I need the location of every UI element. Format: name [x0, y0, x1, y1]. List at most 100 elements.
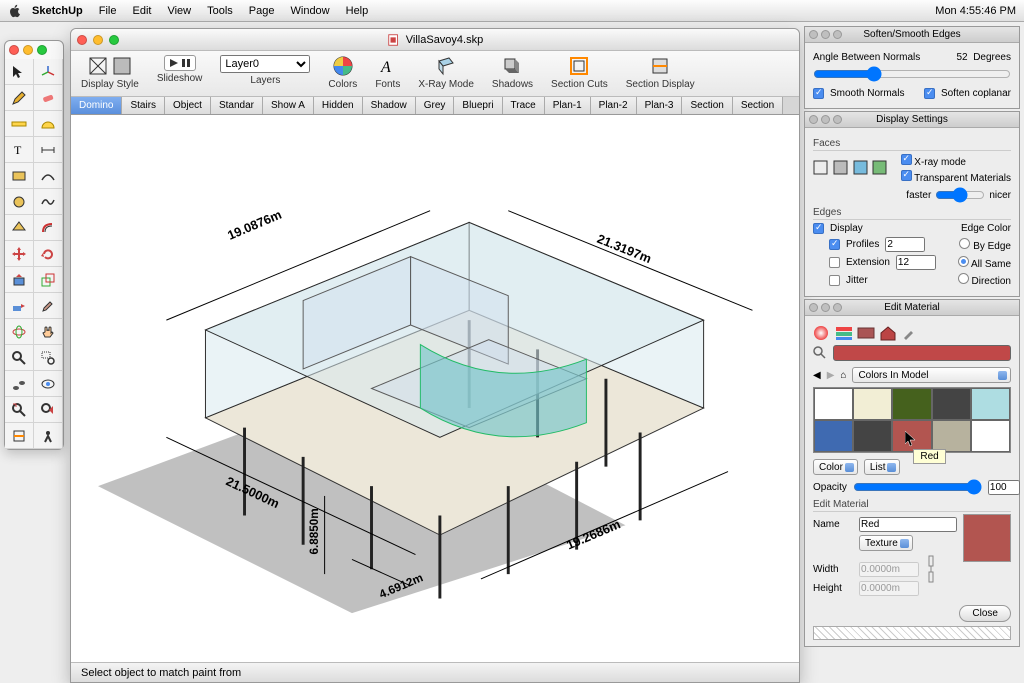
wireframe-icon[interactable] — [87, 55, 109, 77]
swatch[interactable] — [892, 388, 931, 420]
doc-minimize-icon[interactable] — [93, 35, 103, 45]
tab-plan3[interactable]: Plan-3 — [637, 97, 683, 114]
extension-checkbox[interactable] — [829, 257, 840, 268]
nav-fwd-icon[interactable]: ▶ — [827, 370, 835, 381]
zoom-tool[interactable] — [5, 345, 34, 371]
offset-tool[interactable] — [34, 215, 63, 241]
library-select[interactable]: Colors In Model — [852, 367, 1011, 383]
tab-stairs[interactable]: Stairs — [122, 97, 165, 114]
shaded-icon[interactable] — [111, 55, 133, 77]
tab-section2[interactable]: Section — [733, 97, 783, 114]
quality-slider[interactable] — [935, 187, 985, 203]
nav-back-icon[interactable]: ◀ — [813, 370, 821, 381]
link-icon[interactable] — [925, 554, 939, 584]
viewport[interactable]: 19.0876m 21.3197m 21.5000m 19.2686m 4.69… — [71, 115, 799, 662]
list-mode-select[interactable]: List — [864, 459, 901, 475]
swatch-red[interactable]: Red — [892, 420, 931, 452]
rectangle-tool[interactable] — [5, 163, 34, 189]
scale-tool[interactable] — [34, 267, 63, 293]
fonts-icon[interactable]: A — [377, 55, 399, 77]
pan-tool[interactable] — [34, 319, 63, 345]
material-tabs[interactable] — [813, 325, 1011, 341]
text-tool[interactable]: T — [5, 137, 34, 163]
swatch[interactable] — [971, 388, 1010, 420]
close-icon[interactable] — [9, 45, 19, 55]
swatch-tray[interactable] — [813, 626, 1011, 640]
tab-show-all[interactable]: Show A — [263, 97, 314, 114]
jitter-checkbox[interactable] — [829, 275, 840, 286]
home-icon[interactable]: ⌂ — [840, 370, 846, 381]
menu-window[interactable]: Window — [291, 5, 330, 17]
menu-edit[interactable]: Edit — [132, 5, 151, 17]
doc-close-icon[interactable] — [77, 35, 87, 45]
slideshow-group[interactable]: Slideshow — [157, 55, 203, 84]
eraser-tool[interactable] — [34, 85, 63, 111]
smooth-normals-checkbox[interactable] — [813, 88, 824, 99]
arc-tool[interactable] — [34, 163, 63, 189]
play-icon[interactable] — [169, 58, 179, 68]
walk-tool[interactable] — [5, 371, 34, 397]
tab-hidden[interactable]: Hidden — [314, 97, 363, 114]
angle-slider[interactable] — [813, 66, 1011, 82]
profiles-input[interactable] — [885, 237, 925, 252]
tab-plan2[interactable]: Plan-2 — [591, 97, 637, 114]
soften-coplanar-checkbox[interactable] — [924, 88, 935, 99]
menu-help[interactable]: Help — [346, 5, 369, 17]
tape-tool[interactable] — [5, 111, 34, 137]
menu-view[interactable]: View — [167, 5, 191, 17]
protractor-tool[interactable] — [34, 111, 63, 137]
section-cuts-group[interactable]: Section Cuts — [551, 55, 608, 90]
shadows-icon[interactable] — [501, 55, 523, 77]
pushpull-tool[interactable] — [5, 267, 34, 293]
allsame-radio[interactable] — [958, 256, 969, 267]
tab-standard[interactable]: Standar — [211, 97, 263, 114]
tab-trace[interactable]: Trace — [503, 97, 545, 114]
byedge-radio[interactable] — [959, 238, 970, 249]
position-camera-tool[interactable] — [34, 423, 63, 449]
tab-blueprint[interactable]: Bluepri — [454, 97, 502, 114]
layer-select[interactable]: Layer0 — [220, 55, 310, 73]
swatch[interactable] — [853, 420, 892, 452]
pause-icon[interactable] — [181, 58, 191, 68]
xray-mode-checkbox[interactable] — [901, 154, 912, 165]
zoom-icon[interactable] — [37, 45, 47, 55]
house-icon[interactable] — [879, 325, 897, 341]
swatch[interactable] — [853, 388, 892, 420]
circle-tool[interactable] — [5, 189, 34, 215]
followme-tool[interactable] — [5, 293, 34, 319]
tab-shadow[interactable]: Shadow — [363, 97, 416, 114]
shadows-group[interactable]: Shadows — [492, 55, 533, 90]
brick-icon[interactable] — [857, 325, 875, 341]
swatch[interactable] — [971, 420, 1010, 452]
tab-section1[interactable]: Section — [682, 97, 732, 114]
tab-object[interactable]: Object — [165, 97, 211, 114]
pencil-tool[interactable] — [5, 85, 34, 111]
xray-icon[interactable] — [435, 55, 457, 77]
minimize-icon[interactable] — [23, 45, 33, 55]
swatch[interactable] — [814, 420, 853, 452]
color-mode-select[interactable]: Color — [813, 459, 858, 475]
direction-radio[interactable] — [958, 273, 969, 284]
select-tool[interactable] — [5, 59, 34, 85]
freehand-tool[interactable] — [34, 189, 63, 215]
opacity-input[interactable] — [988, 480, 1020, 495]
previous-view-tool[interactable] — [34, 397, 63, 423]
menu-page[interactable]: Page — [249, 5, 275, 17]
fonts-group[interactable]: A Fonts — [375, 55, 400, 90]
tab-domino[interactable]: Domino — [71, 97, 122, 114]
color-list-icon[interactable] — [835, 325, 853, 341]
section-cut-icon[interactable] — [568, 55, 590, 77]
display-edges-checkbox[interactable] — [813, 223, 824, 234]
look-tool[interactable] — [34, 371, 63, 397]
doc-zoom-icon[interactable] — [109, 35, 119, 45]
material-name-input[interactable] — [859, 517, 957, 532]
current-color-bar[interactable] — [833, 345, 1011, 361]
layers-group[interactable]: Layer0 Layers — [220, 55, 310, 86]
dropper-icon[interactable] — [901, 325, 919, 341]
swatch[interactable] — [932, 388, 971, 420]
zoom-extents-tool[interactable] — [5, 397, 34, 423]
profiles-checkbox[interactable] — [829, 239, 840, 250]
swatch[interactable] — [932, 420, 971, 452]
menu-tools[interactable]: Tools — [207, 5, 233, 17]
paint-tool[interactable] — [34, 293, 63, 319]
